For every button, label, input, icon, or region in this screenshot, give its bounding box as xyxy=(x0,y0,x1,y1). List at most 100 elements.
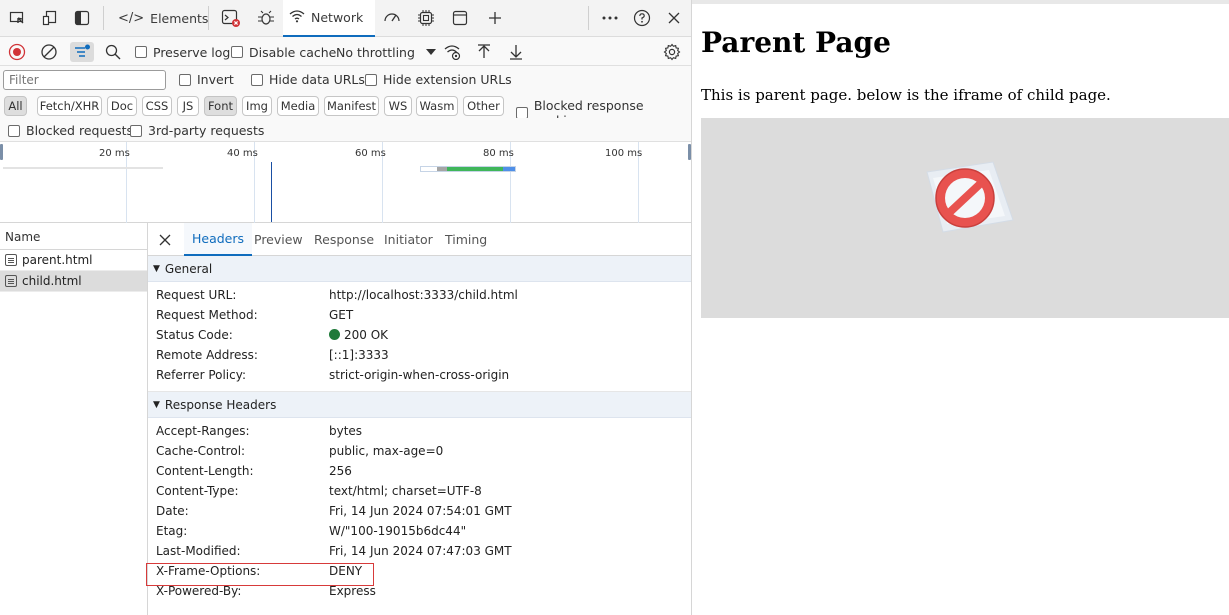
request-row[interactable]: child.html xyxy=(0,271,147,292)
request-details-pane: Headers Preview Response Initiator Timin… xyxy=(148,223,691,615)
memory-icon[interactable] xyxy=(416,8,436,28)
export-har-icon[interactable] xyxy=(508,42,524,62)
header-value: DENY xyxy=(329,564,363,578)
code-icon: </> xyxy=(118,10,145,26)
help-icon[interactable] xyxy=(632,8,652,28)
wifi-icon xyxy=(289,9,305,27)
type-filter-media[interactable]: Media xyxy=(277,96,319,116)
header-row: Date: Fri, 14 Jun 2024 07:54:01 GMT xyxy=(148,501,691,521)
close-icon[interactable] xyxy=(664,8,684,28)
device-emulation-icon[interactable] xyxy=(40,8,60,28)
blocked-requests-label: Blocked requests xyxy=(26,123,133,138)
type-filter-fetch-xhr[interactable]: Fetch/XHR xyxy=(37,96,102,116)
checkbox-box xyxy=(365,73,377,86)
type-filter-doc[interactable]: Doc xyxy=(107,96,137,116)
invert-label: Invert xyxy=(197,72,234,87)
hide-data-urls-checkbox[interactable]: Hide data URLs xyxy=(251,72,365,87)
header-value: bytes xyxy=(329,424,363,438)
header-value: GET xyxy=(329,308,354,322)
record-icon[interactable] xyxy=(8,42,26,62)
timeline-label: 60 ms xyxy=(355,148,386,159)
preserve-log-label: Preserve log xyxy=(153,44,231,60)
import-har-icon[interactable] xyxy=(476,42,492,62)
blocked-requests-checkbox[interactable]: Blocked requests xyxy=(8,123,133,138)
hide-data-urls-label: Hide data URLs xyxy=(269,72,365,87)
third-party-requests-checkbox[interactable]: 3rd-party requests xyxy=(130,123,264,138)
preserve-log-checkbox[interactable]: Preserve log xyxy=(135,42,230,62)
application-icon[interactable] xyxy=(450,8,470,28)
header-value: W/"100-19015b6dc44" xyxy=(329,524,467,538)
type-filter-font[interactable]: Font xyxy=(204,96,237,116)
header-value: strict-origin-when-cross-origin xyxy=(329,368,510,382)
timeline-label: 40 ms xyxy=(227,148,258,159)
bug-icon[interactable] xyxy=(256,8,276,28)
invert-checkbox[interactable]: Invert xyxy=(179,72,234,87)
header-value: Fri, 14 Jun 2024 07:47:03 GMT xyxy=(329,544,512,558)
request-row[interactable]: parent.html xyxy=(0,250,147,271)
clear-icon[interactable] xyxy=(40,42,58,62)
performance-icon[interactable] xyxy=(382,8,402,28)
x-frame-options-row: X-Frame-Options: DENY xyxy=(148,561,691,581)
console-icon[interactable] xyxy=(221,8,241,28)
caret-down-icon xyxy=(425,49,436,55)
tab-headers[interactable]: Headers xyxy=(184,223,253,256)
general-rows: Request URL: http://localhost:3333/child… xyxy=(148,282,691,392)
throttling-select[interactable]: No throttling xyxy=(336,42,437,62)
tab-timing[interactable]: Timing xyxy=(445,223,487,256)
tab-preview[interactable]: Preview xyxy=(254,223,303,256)
resource-type-filters: All Fetch/XHR Doc CSS JS Font Img Media … xyxy=(0,94,691,128)
status-ok-icon xyxy=(329,329,340,340)
page-title: Parent Page xyxy=(701,26,891,59)
tab-initiator[interactable]: Initiator xyxy=(384,223,433,256)
dock-side-icon[interactable] xyxy=(72,8,92,28)
add-tab-icon[interactable] xyxy=(485,8,505,28)
close-details-icon[interactable] xyxy=(158,223,172,256)
type-filter-all[interactable]: All xyxy=(4,96,27,116)
type-filter-css[interactable]: CSS xyxy=(142,96,172,116)
disable-cache-label: Disable cache xyxy=(249,44,337,60)
response-headers-section-header[interactable]: ▼ Response Headers xyxy=(148,392,691,418)
header-key: Referrer Policy: xyxy=(156,368,246,382)
type-filter-other[interactable]: Other xyxy=(463,96,504,116)
header-row: Cache-Control: public, max-age=0 xyxy=(148,441,691,461)
overview-left-handle[interactable] xyxy=(0,144,3,160)
network-overview-timeline[interactable]: 20 ms 40 ms 60 ms 80 ms 100 ms xyxy=(0,142,691,223)
tab-network[interactable]: Network xyxy=(283,0,375,37)
header-row: X-Powered-By: Express xyxy=(148,581,691,601)
name-column-header[interactable]: Name xyxy=(0,223,147,250)
type-filter-ws[interactable]: WS xyxy=(384,96,412,116)
timeline-label: 80 ms xyxy=(483,148,514,159)
triangle-down-icon: ▼ xyxy=(153,263,160,274)
page-viewport: Parent Page This is parent page. below i… xyxy=(692,0,1229,615)
general-section-header[interactable]: ▼ General xyxy=(148,256,691,282)
tab-response[interactable]: Response xyxy=(314,223,374,256)
details-tabbar: Headers Preview Response Initiator Timin… xyxy=(148,223,691,256)
type-filter-img[interactable]: Img xyxy=(242,96,272,116)
filter-input[interactable] xyxy=(3,70,166,90)
type-filter-js[interactable]: JS xyxy=(177,96,199,116)
request-name: parent.html xyxy=(22,253,93,267)
disable-cache-checkbox[interactable]: Disable cache xyxy=(231,42,336,62)
filter-icon[interactable] xyxy=(70,42,94,62)
triangle-down-icon: ▼ xyxy=(153,399,160,410)
checkbox-box xyxy=(251,73,263,86)
search-icon[interactable] xyxy=(105,42,121,62)
status-text: 200 OK xyxy=(344,328,389,342)
settings-icon[interactable] xyxy=(663,42,681,62)
type-filter-wasm[interactable]: Wasm xyxy=(416,96,458,116)
type-filter-manifest[interactable]: Manifest xyxy=(324,96,379,116)
tab-elements[interactable]: </> Elements xyxy=(118,0,208,36)
overview-right-handle[interactable] xyxy=(688,144,691,160)
header-key: Content-Length: xyxy=(156,464,254,478)
blocked-filters-row: Blocked requests 3rd-party requests xyxy=(0,118,691,142)
header-row: Accept-Ranges: bytes xyxy=(148,421,691,441)
document-icon xyxy=(5,275,17,287)
hide-extension-urls-checkbox[interactable]: Hide extension URLs xyxy=(365,72,512,87)
more-options-icon[interactable] xyxy=(600,8,620,28)
third-party-requests-label: 3rd-party requests xyxy=(148,123,265,138)
header-value: 256 xyxy=(329,464,352,478)
network-conditions-icon[interactable] xyxy=(444,42,462,62)
inspect-element-icon[interactable] xyxy=(7,8,27,28)
header-value: Express xyxy=(329,584,376,598)
devtools-tabbar: </> Elements Network xyxy=(0,0,691,37)
